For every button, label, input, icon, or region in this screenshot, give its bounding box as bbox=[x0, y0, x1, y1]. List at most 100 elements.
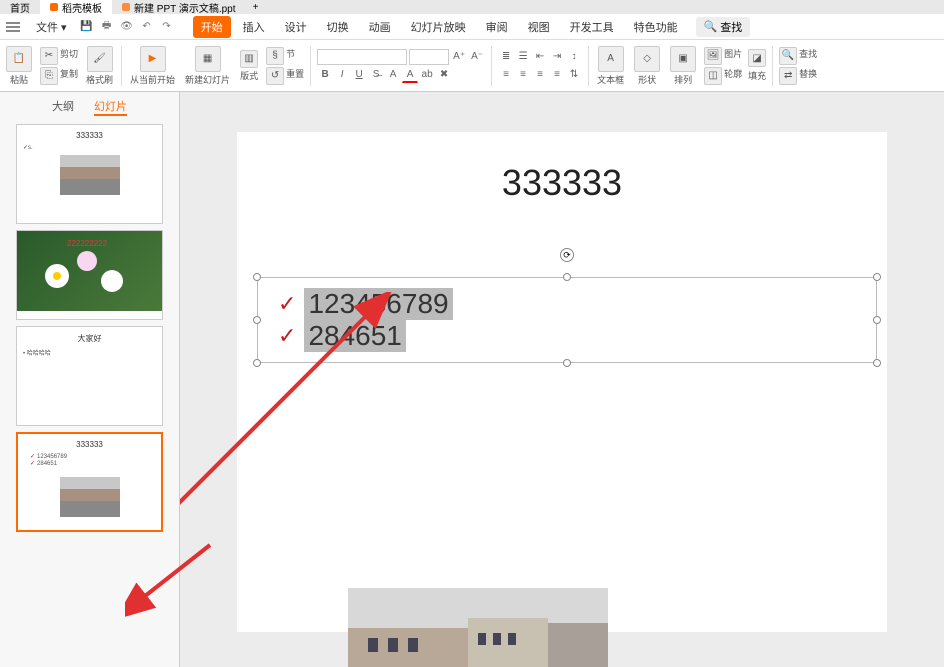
new-slide-button[interactable]: ▦新建幻灯片 bbox=[183, 46, 232, 86]
clear-format-button[interactable]: ✖ bbox=[436, 67, 452, 83]
textbox-button[interactable]: A文本框 bbox=[595, 46, 626, 86]
thumb-image bbox=[60, 155, 120, 195]
resize-handle[interactable] bbox=[873, 316, 881, 324]
fill-button[interactable]: ◪填充 bbox=[748, 49, 766, 82]
paste-button[interactable]: 📋粘贴 bbox=[4, 46, 34, 86]
slide[interactable]: 333333 ⟳ ✓123456789 ✓ 284651 bbox=[237, 132, 887, 632]
menu-animation[interactable]: 动画 bbox=[361, 16, 399, 38]
check-icon: ✓ bbox=[278, 291, 296, 317]
find-button[interactable]: 🔍查找 bbox=[779, 47, 817, 65]
ribbon-menu: 文件 ▾ 💾 🖶 👁 ↶ ↷ 开始 插入 设计 切换 动画 幻灯片放映 审阅 视… bbox=[0, 14, 944, 40]
resize-handle[interactable] bbox=[873, 359, 881, 367]
panel-tab-outline[interactable]: 大纲 bbox=[52, 98, 74, 116]
dao-icon bbox=[50, 3, 58, 11]
menu-special[interactable]: 特色功能 bbox=[626, 16, 686, 38]
resize-handle[interactable] bbox=[563, 273, 571, 281]
font-color-button[interactable]: A bbox=[402, 67, 418, 83]
resize-handle[interactable] bbox=[873, 273, 881, 281]
resize-handle[interactable] bbox=[253, 316, 261, 324]
panel-tab-slides[interactable]: 幻灯片 bbox=[94, 98, 127, 116]
indent-inc-button[interactable]: ⇥ bbox=[549, 49, 565, 65]
thumb-title: 333333 bbox=[23, 131, 156, 140]
from-current-button[interactable]: ▶从当前开始 bbox=[128, 46, 177, 86]
image-icon: 🖼 bbox=[704, 47, 722, 65]
font-size-select[interactable] bbox=[409, 49, 449, 65]
menu-view[interactable]: 视图 bbox=[520, 16, 558, 38]
search-button[interactable]: 🔍查找 bbox=[696, 17, 751, 37]
menu-design[interactable]: 设计 bbox=[277, 16, 315, 38]
bullet-item[interactable]: ✓123456789 bbox=[278, 288, 856, 320]
resize-handle[interactable] bbox=[563, 359, 571, 367]
slide-thumb-4[interactable]: 333333 123456789 284651 bbox=[16, 432, 163, 532]
align-right-button[interactable]: ≡ bbox=[532, 67, 548, 83]
rotate-handle[interactable]: ⟳ bbox=[560, 248, 574, 262]
thumb-title: 大家好 bbox=[23, 333, 156, 344]
undo-icon[interactable]: ↶ bbox=[139, 19, 155, 35]
shrink-font-button[interactable]: A⁻ bbox=[469, 49, 485, 65]
slide-thumb-1[interactable]: 333333 ✓s. bbox=[16, 124, 163, 224]
reset-button[interactable]: ↺重置 bbox=[266, 67, 304, 85]
grow-font-button[interactable]: A⁺ bbox=[451, 49, 467, 65]
bold-button[interactable]: B bbox=[317, 67, 333, 83]
line-spacing-button[interactable]: ↕ bbox=[566, 49, 582, 65]
arrange-icon: ▣ bbox=[670, 46, 696, 72]
copy-button[interactable]: ⎘复制 bbox=[40, 67, 78, 85]
font-controls: A⁺ A⁻ B I U S̶ A A ab ✖ bbox=[317, 49, 485, 83]
preview-icon[interactable]: 👁 bbox=[119, 19, 135, 35]
font-family-select[interactable] bbox=[317, 49, 407, 65]
redo-icon[interactable]: ↷ bbox=[159, 19, 175, 35]
textbox-icon: A bbox=[598, 46, 624, 72]
thumb-image bbox=[60, 477, 120, 517]
menu-start[interactable]: 开始 bbox=[193, 16, 231, 38]
numbering-button[interactable]: ☰ bbox=[515, 49, 531, 65]
layout-icon: ▥ bbox=[240, 50, 258, 68]
menu-slideshow[interactable]: 幻灯片放映 bbox=[403, 16, 474, 38]
underline-button[interactable]: U bbox=[351, 67, 367, 83]
tab-home[interactable]: 首页 bbox=[0, 0, 40, 14]
slide-title[interactable]: 333333 bbox=[237, 162, 887, 204]
menu-review[interactable]: 审阅 bbox=[478, 16, 516, 38]
indent-dec-button[interactable]: ⇤ bbox=[532, 49, 548, 65]
slide-thumb-2[interactable]: 222222222 bbox=[16, 230, 163, 320]
slide-thumb-3[interactable]: 大家好 • 哈哈哈哈 bbox=[16, 326, 163, 426]
bullet-item[interactable]: ✓ 284651 bbox=[278, 320, 856, 352]
bullet-text: 284651 bbox=[304, 320, 405, 352]
resize-handle[interactable] bbox=[253, 273, 261, 281]
menu-dev[interactable]: 开发工具 bbox=[562, 16, 622, 38]
reset-icon: ↺ bbox=[266, 67, 284, 85]
add-tab-button[interactable]: + bbox=[246, 2, 266, 13]
section-button[interactable]: §节 bbox=[266, 47, 304, 65]
format-painter-button[interactable]: 🖌格式刷 bbox=[84, 46, 115, 86]
arrange-button[interactable]: ▣排列 bbox=[668, 46, 698, 86]
resize-handle[interactable] bbox=[253, 359, 261, 367]
font-effects-button[interactable]: A bbox=[385, 67, 401, 83]
tab-document[interactable]: 新建 PPT 演示文稿.ppt bbox=[112, 0, 246, 14]
shape-button[interactable]: ◇形状 bbox=[632, 46, 662, 86]
outline-button[interactable]: ◫轮廓 bbox=[704, 67, 742, 85]
layout-button[interactable]: ▥版式 bbox=[238, 50, 260, 82]
tab-templates[interactable]: 稻壳模板 bbox=[40, 0, 112, 14]
bullets-button[interactable]: ≣ bbox=[498, 49, 514, 65]
hamburger-icon[interactable] bbox=[6, 22, 20, 32]
highlight-button[interactable]: ab bbox=[419, 67, 435, 83]
thumb-title: 333333 bbox=[24, 440, 155, 449]
content-textbox[interactable]: ⟳ ✓123456789 ✓284651 bbox=[257, 277, 877, 363]
menu-insert[interactable]: 插入 bbox=[235, 16, 273, 38]
replace-icon: ⇄ bbox=[779, 67, 797, 85]
align-center-button[interactable]: ≡ bbox=[515, 67, 531, 83]
text-direction-button[interactable]: ⇅ bbox=[566, 67, 582, 83]
menu-file[interactable]: 文件 ▾ bbox=[28, 16, 75, 38]
cut-button[interactable]: ✂剪切 bbox=[40, 47, 78, 65]
replace-button[interactable]: ⇄替换 bbox=[779, 67, 817, 85]
menu-transition[interactable]: 切换 bbox=[319, 16, 357, 38]
slide-image[interactable] bbox=[348, 588, 608, 667]
save-icon[interactable]: 💾 bbox=[79, 19, 95, 35]
print-icon[interactable]: 🖶 bbox=[99, 19, 115, 35]
align-justify-button[interactable]: ≡ bbox=[549, 67, 565, 83]
check-icon: ✓ bbox=[278, 323, 296, 349]
align-left-button[interactable]: ≡ bbox=[498, 67, 514, 83]
italic-button[interactable]: I bbox=[334, 67, 350, 83]
shape-icon: ◇ bbox=[634, 46, 660, 72]
image-button[interactable]: 🖼图片 bbox=[704, 47, 742, 65]
strike-button[interactable]: S̶ bbox=[368, 67, 384, 83]
